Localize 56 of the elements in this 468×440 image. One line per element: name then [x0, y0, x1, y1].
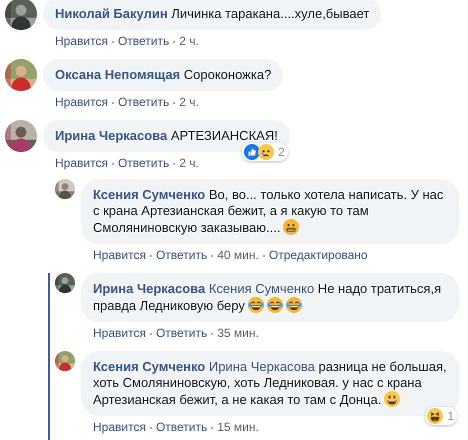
- reaction-count: 2: [278, 144, 285, 160]
- timestamp[interactable]: 15 мин.: [217, 420, 259, 434]
- author-name[interactable]: Ксения Сумченко: [93, 359, 206, 374]
- reply-link[interactable]: Ответить: [118, 156, 170, 170]
- author-name[interactable]: Ксения Сумченко: [93, 187, 206, 202]
- smiling-face-icon: [384, 391, 400, 407]
- author-name[interactable]: Оксана Непомящая: [55, 67, 180, 82]
- reply-link[interactable]: Ответить: [156, 248, 208, 262]
- like-link[interactable]: Нравится: [55, 156, 108, 170]
- separator-dot: [150, 254, 152, 257]
- like-link[interactable]: Нравится: [93, 326, 146, 340]
- separator-dot: [173, 162, 176, 165]
- comment-text: Николай Бакулин Личинка таракана....хуле,бывает: [55, 6, 370, 22]
- laughing-tears-icon: [266, 297, 283, 313]
- thumbs-up-icon: [244, 144, 260, 160]
- timestamp[interactable]: 35 мин.: [217, 326, 259, 340]
- comment-text: Оксана Непомящая Сороконожка?: [55, 67, 272, 83]
- edited-link[interactable]: Отредактировано: [268, 248, 368, 262]
- separator-dot: [211, 332, 214, 335]
- separator-dot: [211, 426, 214, 429]
- mention-link[interactable]: Ксения Сумченко: [208, 281, 314, 296]
- like-link[interactable]: Нравится: [55, 95, 108, 109]
- reaction-count: 1: [447, 408, 454, 424]
- like-link[interactable]: Нравится: [93, 420, 146, 434]
- comment-text: Ксения Сумченко Ирина Черкасова разница не большая, хоть Смоляниновскую, хоть Ледниковая. у нас с крана Артезианская бежит, а не какая то там с Донца.: [93, 359, 447, 408]
- separator-dot: [173, 102, 176, 104]
- separator-dot: [262, 254, 265, 257]
- reply-link[interactable]: Ответить: [156, 420, 208, 434]
- separator-dot: [112, 162, 114, 165]
- timestamp[interactable]: 2 ч.: [179, 95, 199, 109]
- reply-link[interactable]: Ответить: [118, 34, 170, 48]
- author-name[interactable]: Ирина Черкасова: [55, 128, 168, 143]
- timestamp[interactable]: 2 ч.: [179, 34, 199, 48]
- grimacing-face-icon: [283, 219, 300, 235]
- author-name[interactable]: Николай Бакулин: [55, 6, 168, 21]
- separator-dot: [211, 254, 214, 257]
- separator-dot: [173, 40, 176, 43]
- laughing-tears-icon: [286, 297, 302, 313]
- author-name[interactable]: Ирина Черкасова: [93, 281, 206, 296]
- sad-face-icon: [258, 144, 274, 160]
- separator-dot: [150, 426, 152, 429]
- reply-link[interactable]: Ответить: [118, 95, 170, 109]
- timestamp[interactable]: 2 ч.: [179, 156, 199, 170]
- reply-link[interactable]: Ответить: [156, 326, 208, 340]
- separator-dot: [112, 102, 114, 104]
- like-link[interactable]: Нравится: [93, 248, 146, 262]
- mention-link[interactable]: Ирина Черкасова: [208, 359, 315, 374]
- separator-dot: [112, 40, 114, 43]
- comment-text: Ирина Черкасова Ксения Сумченко Не надо тратиться,я правда Ледниковую беру: [93, 281, 442, 314]
- laughing-tears-icon: [248, 297, 264, 313]
- laughing-face-icon: [427, 408, 444, 424]
- comment-text: Ирина Черкасова АРТЕЗИАНСКАЯ!: [55, 128, 278, 144]
- comment-text: Ксения Сумченко Во, во... только хотела написать. У нас с крана Артезианская бежит, а я какую то там Смоляниновскую заказываю....: [93, 187, 444, 236]
- like-link[interactable]: Нравится: [55, 34, 108, 48]
- separator-dot: [150, 332, 152, 335]
- timestamp[interactable]: 40 мин.: [217, 248, 259, 262]
